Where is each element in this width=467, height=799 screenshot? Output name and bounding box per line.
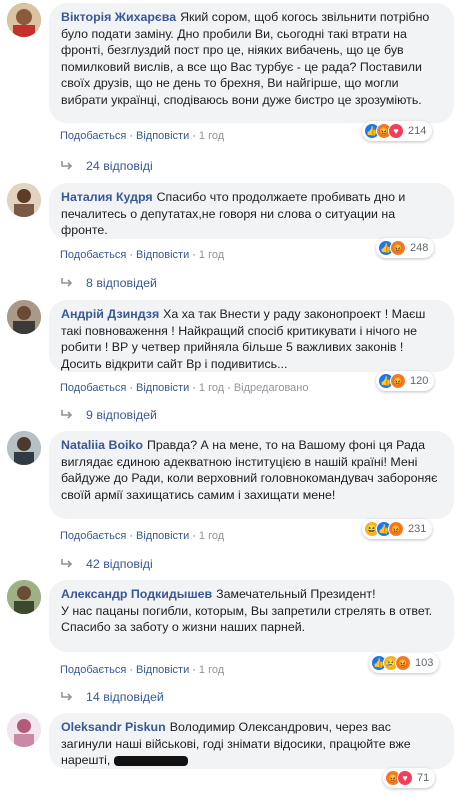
- replies-count[interactable]: 8 відповідей: [86, 276, 157, 290]
- comment-bubble: Андрій Дзиндзя Ха ха так Внести у раду за…: [49, 300, 454, 372]
- avatar[interactable]: [7, 580, 41, 614]
- reply-link[interactable]: Відповісти: [136, 130, 189, 142]
- reply-link[interactable]: Відповісти: [136, 382, 189, 394]
- love-icon: ♥: [397, 770, 413, 786]
- view-replies-link[interactable]: 42 відповіді: [60, 557, 153, 571]
- reply-arrow-icon: [61, 692, 73, 701]
- reaction-count: 120: [410, 375, 429, 387]
- like-link[interactable]: Подобається: [60, 382, 126, 394]
- like-link[interactable]: Подобається: [60, 530, 126, 542]
- reaction-summary[interactable]: 👍 😢 😡 103: [369, 653, 440, 673]
- comment-time[interactable]: 1 год: [199, 249, 224, 261]
- comment-time[interactable]: 1 год: [199, 664, 224, 676]
- like-link[interactable]: Подобається: [60, 130, 126, 142]
- reaction-summary[interactable]: 👍 😡 248: [376, 238, 435, 258]
- reply-arrow-icon: [61, 161, 73, 170]
- reply-arrow-icon: [61, 278, 73, 287]
- comment-author[interactable]: Александр Подкидышев: [61, 587, 212, 601]
- reply-arrow-icon: [61, 410, 73, 419]
- comment-bubble: Вікторія Жихарєва Який сором, щоб когось …: [49, 3, 454, 123]
- comment-actions: Подобається · Відповісти · 1 год: [60, 664, 225, 676]
- angry-icon: 😡: [390, 240, 406, 256]
- comment-author[interactable]: Наталия Кудря: [61, 190, 153, 204]
- avatar[interactable]: [7, 431, 41, 465]
- angry-icon: 😡: [388, 521, 404, 537]
- comment-time[interactable]: 1 год: [199, 130, 224, 142]
- view-replies-link[interactable]: 14 відповідей: [60, 690, 164, 704]
- reply-link[interactable]: Відповісти: [136, 664, 189, 676]
- edited-label[interactable]: Відредаговано: [234, 382, 309, 394]
- reaction-summary[interactable]: 👍 😡 120: [376, 371, 435, 391]
- reaction-count: 248: [410, 242, 429, 254]
- like-link[interactable]: Подобається: [60, 664, 126, 676]
- angry-icon: 😡: [390, 373, 406, 389]
- comment-actions: Подобається · Відповісти · 1 год · Відредагова…: [60, 382, 309, 394]
- view-replies-link[interactable]: 8 відповідей: [60, 276, 157, 290]
- angry-icon: 😡: [395, 655, 411, 671]
- reaction-summary[interactable]: 😆 👍 😡 231: [362, 519, 433, 539]
- comment-actions: Подобається · Відповісти · 1 год: [60, 130, 225, 142]
- comment-bubble: Oleksandr Piskun Володимир Олександрович,…: [49, 713, 454, 769]
- comment-time[interactable]: 1 год: [199, 382, 224, 394]
- replies-count[interactable]: 9 відповідей: [86, 408, 157, 422]
- avatar[interactable]: [7, 300, 41, 334]
- avatar[interactable]: [7, 3, 41, 37]
- reaction-count: 231: [408, 523, 427, 535]
- view-replies-link[interactable]: 9 відповідей: [60, 408, 157, 422]
- reply-arrow-icon: [61, 559, 73, 568]
- reaction-count: 214: [408, 125, 427, 137]
- comment-author[interactable]: Oleksandr Piskun: [61, 720, 166, 734]
- replies-count[interactable]: 14 відповідей: [86, 690, 164, 704]
- replies-count[interactable]: 24 відповіді: [86, 159, 153, 173]
- comment-text: Який сором, щоб когось звільнити потрібн…: [61, 10, 433, 107]
- comment-actions: Подобається · Відповісти · 1 год: [60, 249, 225, 261]
- reaction-count: 103: [415, 657, 434, 669]
- reply-link[interactable]: Відповісти: [136, 249, 189, 261]
- comment-author[interactable]: Андрій Дзиндзя: [61, 307, 159, 321]
- comment-time[interactable]: 1 год: [199, 530, 224, 542]
- replies-count[interactable]: 42 відповіді: [86, 557, 153, 571]
- comment-actions: Подобається · Відповісти · 1 год: [60, 530, 225, 542]
- avatar[interactable]: [7, 183, 41, 217]
- reaction-count: 71: [417, 772, 430, 784]
- comment-bubble: Nataliia Boiko Правда? А на мене, то на В…: [49, 431, 454, 519]
- view-replies-link[interactable]: 24 відповіді: [60, 159, 153, 173]
- redacted-text: [114, 755, 189, 766]
- comment-author[interactable]: Вікторія Жихарєва: [61, 10, 176, 24]
- like-link[interactable]: Подобається: [60, 249, 126, 261]
- reply-link[interactable]: Відповісти: [136, 530, 189, 542]
- comment-bubble: Александр Подкидышев Замечательный Презид…: [49, 580, 454, 652]
- reaction-summary[interactable]: 👍 😡 ♥ 214: [362, 121, 433, 141]
- reaction-summary[interactable]: 😡 ♥ 71: [383, 768, 436, 788]
- avatar[interactable]: [7, 713, 41, 747]
- comment-author[interactable]: Nataliia Boiko: [61, 438, 143, 452]
- love-icon: ♥: [388, 123, 404, 139]
- comment-bubble: Наталия Кудря Спасибо что продолжаете про…: [49, 183, 454, 239]
